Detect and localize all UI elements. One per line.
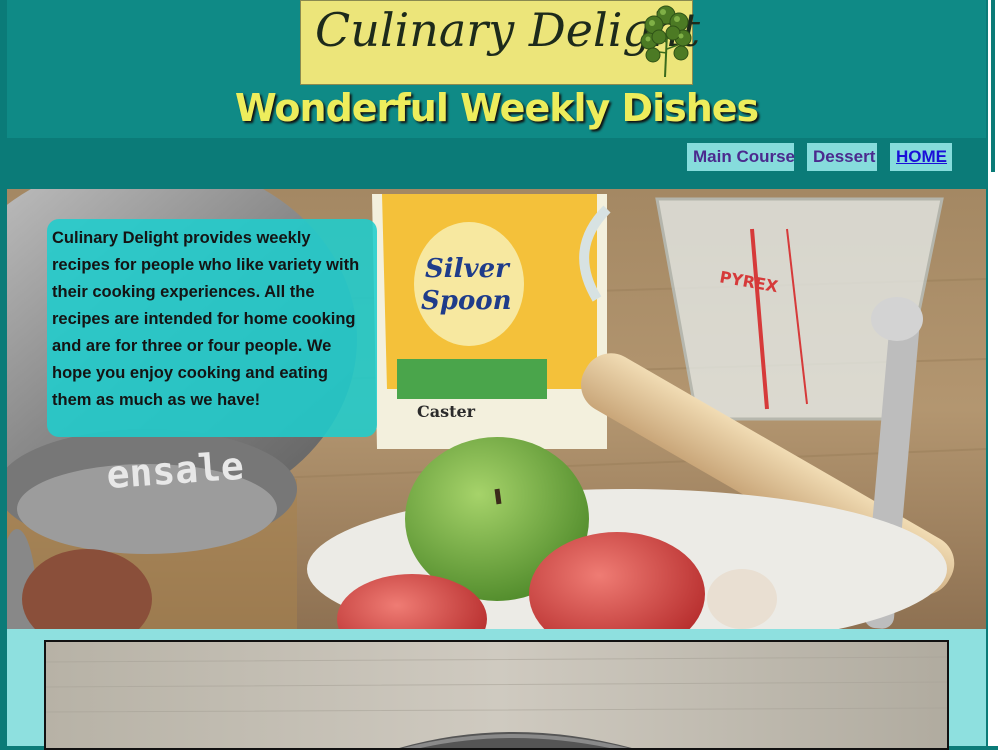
svg-text:Caster: Caster bbox=[417, 402, 476, 421]
hero-banner: ensale Silver Spoon Caster PYREX Culinar… bbox=[7, 189, 986, 629]
nav-dessert[interactable]: Dessert bbox=[807, 143, 877, 171]
dish-photo bbox=[44, 640, 949, 750]
svg-text:Spoon: Spoon bbox=[421, 286, 512, 316]
nav-home[interactable]: HOME bbox=[890, 143, 952, 171]
intro-text-box: Culinary Delight provides weekly recipes… bbox=[47, 219, 377, 437]
scrollbar-track[interactable] bbox=[988, 0, 998, 746]
content-section bbox=[7, 629, 986, 750]
page-title: Wonderful Weekly Dishes bbox=[234, 86, 759, 130]
parsley-icon bbox=[640, 5, 692, 78]
site-header: Culinary Delight Wonderful Weekly Dishes bbox=[7, 0, 986, 138]
svg-text:Silver: Silver bbox=[425, 254, 511, 284]
dish-photo-image bbox=[46, 642, 947, 748]
site-logo[interactable]: Culinary Delight bbox=[300, 0, 700, 85]
nav-main-course[interactable]: Main Course bbox=[687, 143, 795, 171]
main-nav: Main Course Dessert HOME bbox=[0, 143, 998, 173]
